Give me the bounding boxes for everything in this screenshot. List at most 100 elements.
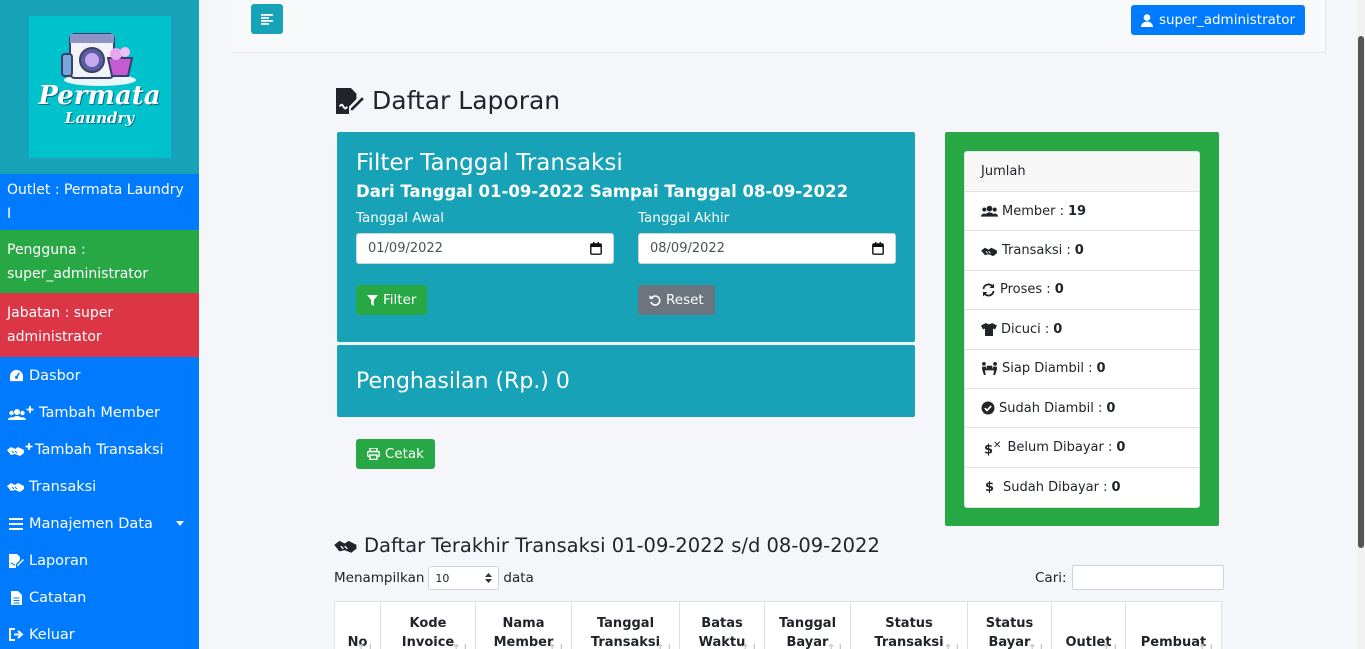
nav-label: Tambah Member — [39, 404, 160, 421]
nav-item-keluar[interactable]: Keluar — [0, 616, 199, 649]
search-input[interactable] — [1071, 565, 1224, 590]
summary-value: 0 — [1053, 321, 1063, 337]
page-length-select[interactable]: 10 — [428, 566, 500, 590]
summary-label: Proses : — [1000, 282, 1051, 298]
start-date-value: 01/09/2022 — [368, 241, 443, 256]
user-value: super_administrator — [7, 265, 149, 282]
gauge-icon — [7, 368, 25, 384]
summary-row-member: Member : 19 — [965, 192, 1199, 232]
check-circle-icon — [981, 401, 995, 415]
dollar-times-icon: $✕ — [984, 439, 1002, 458]
handshake-icon — [981, 247, 997, 256]
print-button[interactable]: Cetak — [356, 439, 435, 469]
user-menu-button[interactable]: super_administrator — [1131, 5, 1305, 35]
page-scrollbar[interactable] — [1357, 0, 1365, 649]
align-left-icon — [261, 13, 273, 25]
summary-label: Transaksi : — [1002, 243, 1071, 259]
brand-name: Permata — [38, 81, 161, 111]
user-menu-label: super_administrator — [1158, 12, 1296, 28]
summary-row-siap-diambil: Siap Diambil : 0 — [965, 350, 1199, 389]
column-header-no[interactable]: No ↑↓ — [335, 602, 381, 649]
people-carry-icon — [982, 362, 997, 376]
file-signature-icon — [7, 553, 25, 569]
calendar-icon[interactable] — [872, 242, 884, 255]
nav-item-manajemen-data[interactable]: Manajemen Data — [0, 505, 199, 542]
filter-icon — [367, 294, 378, 306]
sort-icon: ↑↓ — [1197, 642, 1216, 649]
menu-toggle-button[interactable] — [251, 4, 283, 34]
summary-label: Sudah Diambil : — [999, 400, 1103, 416]
summary-value: 19 — [1068, 203, 1087, 219]
nav-item-tambah-member[interactable]: Tambah Member — [0, 394, 199, 431]
nav-label: Keluar — [29, 626, 75, 643]
role-info: Jabatan : super administrator — [0, 293, 199, 357]
brand-area: Permata Laundry — [0, 0, 199, 174]
sort-icon: ↑↓ — [740, 642, 759, 649]
summary-row-sudah-diambil: Sudah Diambil : 0 — [965, 389, 1199, 429]
page-title: Daftar Laporan — [334, 86, 560, 115]
summary-value: 0 — [1106, 400, 1116, 416]
summary-value: 0 — [1116, 440, 1126, 456]
print-button-label: Cetak — [384, 446, 424, 462]
filter-button[interactable]: Filter — [356, 285, 428, 315]
column-header-status-bayar[interactable]: Status Bayar ↑↓ — [968, 602, 1052, 649]
user-icon — [1140, 13, 1153, 27]
show-label: Menampilkan — [334, 570, 425, 586]
page-length-control: Menampilkan 10 data — [334, 566, 534, 590]
role-value: administrator — [7, 329, 102, 345]
column-header-tanggal-bayar[interactable]: Tanggal Bayar ↑↓ — [765, 602, 851, 649]
topbar: super_administrator — [232, 0, 1326, 53]
column-header-outlet[interactable]: Outlet ↑↓ — [1052, 602, 1126, 649]
summary-value: 0 — [1111, 479, 1121, 495]
sort-icon: ↑↓ — [826, 642, 845, 649]
recent-transactions-title: Daftar Terakhir Transaksi 01-09-2022 s/d… — [334, 534, 880, 557]
brand-logo[interactable]: Permata Laundry — [28, 16, 171, 158]
column-header-status-transaksi[interactable]: Status Transaksi ↑↓ — [851, 602, 968, 649]
sort-icon: ↑↓ — [1027, 642, 1046, 649]
calendar-icon[interactable] — [590, 242, 602, 255]
scrollbar-thumb[interactable] — [1358, 36, 1364, 548]
summary-label: Dicuci : — [1001, 321, 1050, 337]
sort-icon: ↑↓ — [547, 642, 566, 649]
filter-button-label: Filter — [383, 292, 417, 308]
summary-label: Member : — [1002, 203, 1064, 219]
end-date-input[interactable]: 08/09/2022 — [638, 233, 896, 264]
table-search: Cari: — [1035, 565, 1224, 590]
nav-item-catatan[interactable]: Catatan — [0, 579, 199, 616]
start-date-input[interactable]: 01/09/2022 — [356, 233, 614, 264]
summary-value: 0 — [1096, 361, 1106, 377]
sidebar: Permata Laundry Outlet : Permata Laundry… — [0, 0, 199, 649]
sign-out-icon — [7, 627, 25, 643]
sort-icon: ↑↓ — [943, 642, 962, 649]
column-header-nama-member[interactable]: Nama Member ↑↓ — [476, 602, 572, 649]
nav-label: Tambah Transaksi — [35, 441, 164, 458]
recent-title-text: Daftar Terakhir Transaksi 01-09-2022 s/d… — [364, 534, 880, 557]
handshake-icon — [7, 479, 25, 495]
summary-value: 0 — [1074, 243, 1084, 259]
summary-list: Jumlah Member : 19 Transaksi : 0 Proses … — [964, 151, 1200, 509]
summary-row-belum-dibayar: $✕ Belum Dibayar : 0 — [965, 428, 1199, 468]
nav-label: Catatan — [29, 589, 87, 606]
column-header-pembuat[interactable]: Pembuat ↑↓ — [1126, 602, 1221, 649]
nav-item-tambah-transaksi[interactable]: Tambah Transaksi — [0, 431, 199, 468]
column-header-kode-invoice[interactable]: Kode Invoice ↑↓ — [381, 602, 476, 649]
column-header-tanggal-transaksi[interactable]: Tanggal Transaksi ↑↓ — [572, 602, 680, 649]
nav-item-transaksi[interactable]: Transaksi — [0, 468, 199, 505]
users-icon — [981, 205, 998, 217]
handshake-plus-icon — [7, 442, 33, 458]
caret-down-icon — [176, 521, 184, 526]
sort-icon: ↑↓ — [356, 642, 375, 649]
reset-button[interactable]: Reset — [638, 285, 715, 315]
list-icon — [7, 516, 25, 532]
transactions-table: No ↑↓ Kode Invoice ↑↓ Nama Member ↑↓ Tanggal T… — [334, 601, 1222, 649]
summary-row-proses: Proses : 0 — [965, 271, 1199, 311]
column-header-batas-waktu[interactable]: Batas Waktu ↑↓ — [680, 602, 765, 649]
summary-label: Sudah Dibayar : — [1003, 479, 1108, 495]
print-icon — [367, 448, 380, 460]
outlet-info: Outlet : Permata Laundry I — [0, 174, 199, 230]
sort-icon: ↑↓ — [655, 642, 674, 649]
sort-icon: ↑↓ — [1101, 642, 1120, 649]
user-label: Pengguna : — [7, 241, 86, 258]
nav-item-laporan[interactable]: Laporan — [0, 542, 199, 579]
nav-item-dasbor[interactable]: Dasbor — [0, 357, 199, 394]
